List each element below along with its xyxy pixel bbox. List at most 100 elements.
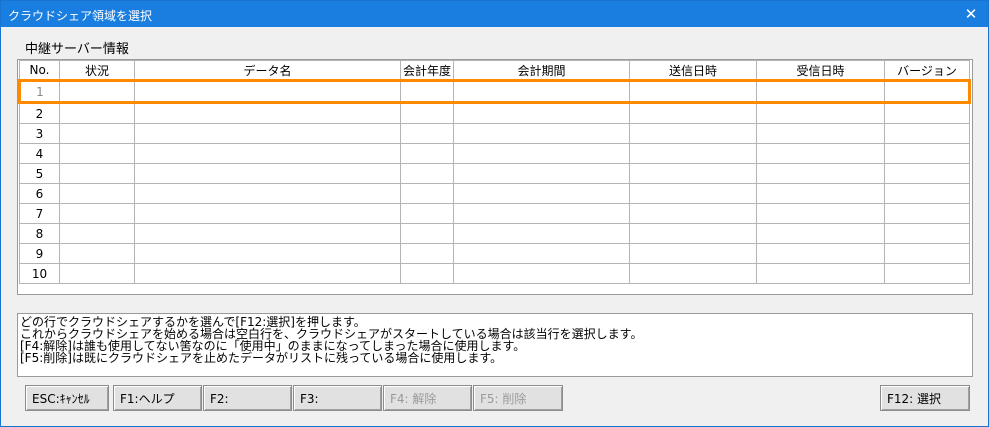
status-cell[interactable] (59, 163, 135, 184)
fiscal-period-cell[interactable] (453, 163, 630, 184)
fiscal-period-cell[interactable] (453, 243, 630, 264)
col-header-version[interactable]: バージョン (884, 60, 970, 81)
f2-button[interactable]: F2: (203, 385, 292, 411)
esc-cancel-button[interactable]: ESC:ｷｬﾝｾﾙ (25, 385, 109, 411)
fiscal-period-cell[interactable] (453, 79, 630, 104)
version-cell[interactable] (884, 243, 970, 264)
f12-select-button[interactable]: F12: 選択 (880, 385, 970, 411)
fiscal-period-cell[interactable] (453, 263, 630, 284)
f3-button[interactable]: F3: (293, 385, 382, 411)
table-row[interactable]: 10 (19, 263, 970, 284)
f4-release-button[interactable]: F4: 解除 (383, 385, 472, 411)
f1-help-button[interactable]: F1:ヘルプ (113, 385, 202, 411)
sent-at-cell[interactable] (629, 203, 757, 224)
fiscal-year-cell[interactable] (400, 79, 454, 104)
fiscal-year-cell[interactable] (400, 243, 454, 264)
data-name-cell[interactable] (134, 203, 401, 224)
data-name-cell[interactable] (134, 143, 401, 164)
version-cell[interactable] (884, 183, 970, 204)
status-cell[interactable] (59, 102, 135, 124)
status-cell[interactable] (59, 143, 135, 164)
fiscal-year-cell[interactable] (400, 223, 454, 244)
fiscal-period-cell[interactable] (453, 123, 630, 144)
status-cell[interactable] (59, 123, 135, 144)
fiscal-period-cell[interactable] (453, 223, 630, 244)
data-name-cell[interactable] (134, 183, 401, 204)
sent-at-cell[interactable] (629, 79, 757, 104)
sent-at-cell[interactable] (629, 183, 757, 204)
version-cell[interactable] (884, 203, 970, 224)
received-at-cell[interactable] (756, 79, 885, 104)
received-at-cell[interactable] (756, 263, 885, 284)
col-header-status[interactable]: 状況 (59, 60, 135, 81)
fiscal-year-cell[interactable] (400, 143, 454, 164)
col-header-fiscal-period[interactable]: 会計期間 (453, 60, 630, 81)
close-icon[interactable]: ✕ (960, 3, 982, 25)
relay-server-grid[interactable]: No. 状況 データ名 会計年度 会計期間 送信日時 受信日時 バージョン 1 … (17, 59, 973, 295)
fiscal-year-cell[interactable] (400, 102, 454, 124)
table-row[interactable]: 9 (19, 243, 970, 264)
sent-at-cell[interactable] (629, 102, 757, 124)
table-row[interactable]: 8 (19, 223, 970, 244)
fiscal-year-cell[interactable] (400, 123, 454, 144)
received-at-cell[interactable] (756, 102, 885, 124)
col-header-received-at[interactable]: 受信日時 (756, 60, 885, 81)
f5-delete-button[interactable]: F5: 削除 (473, 385, 563, 411)
sent-at-cell[interactable] (629, 123, 757, 144)
table-row[interactable]: 3 (19, 123, 970, 144)
version-cell[interactable] (884, 79, 971, 104)
version-cell[interactable] (884, 223, 970, 244)
table-row[interactable]: 7 (19, 203, 970, 224)
col-header-sent-at[interactable]: 送信日時 (629, 60, 757, 81)
received-at-cell[interactable] (756, 243, 885, 264)
received-at-cell[interactable] (756, 203, 885, 224)
received-at-cell[interactable] (756, 223, 885, 244)
col-header-no[interactable]: No. (19, 60, 60, 81)
col-header-fiscal-year[interactable]: 会計年度 (400, 60, 454, 81)
table-row[interactable]: 4 (19, 143, 970, 164)
data-name-cell[interactable] (134, 123, 401, 144)
data-name-cell[interactable] (134, 243, 401, 264)
fiscal-period-cell[interactable] (453, 183, 630, 204)
title-bar[interactable]: クラウドシェア領域を選択 ✕ (1, 1, 988, 27)
status-cell[interactable] (59, 79, 135, 104)
sent-at-cell[interactable] (629, 263, 757, 284)
fiscal-year-cell[interactable] (400, 263, 454, 284)
table-row[interactable]: 5 (19, 163, 970, 184)
fiscal-period-cell[interactable] (453, 143, 630, 164)
status-cell[interactable] (59, 243, 135, 264)
fiscal-period-cell[interactable] (453, 102, 630, 124)
sent-at-cell[interactable] (629, 223, 757, 244)
table-row[interactable]: 6 (19, 183, 970, 204)
received-at-cell[interactable] (756, 163, 885, 184)
instruction-line: [F5:削除]は既にクラウドシェアを止めたデータがリストに残っている場合に使用し… (20, 351, 503, 365)
sent-at-cell[interactable] (629, 143, 757, 164)
version-cell[interactable] (884, 102, 970, 124)
data-name-cell[interactable] (134, 223, 401, 244)
received-at-cell[interactable] (756, 183, 885, 204)
version-cell[interactable] (884, 143, 970, 164)
fiscal-year-cell[interactable] (400, 163, 454, 184)
sent-at-cell[interactable] (629, 243, 757, 264)
row-number: 1 (18, 79, 60, 104)
sent-at-cell[interactable] (629, 163, 757, 184)
version-cell[interactable] (884, 163, 970, 184)
fiscal-year-cell[interactable] (400, 203, 454, 224)
data-name-cell[interactable] (134, 263, 401, 284)
status-cell[interactable] (59, 183, 135, 204)
data-name-cell[interactable] (134, 102, 401, 124)
data-name-cell[interactable] (134, 163, 401, 184)
table-row[interactable]: 2 (19, 102, 970, 124)
col-header-data-name[interactable]: データ名 (134, 60, 401, 81)
status-cell[interactable] (59, 223, 135, 244)
fiscal-period-cell[interactable] (453, 203, 630, 224)
table-row-selected[interactable]: 1 (18, 79, 971, 104)
status-cell[interactable] (59, 203, 135, 224)
status-cell[interactable] (59, 263, 135, 284)
version-cell[interactable] (884, 123, 970, 144)
received-at-cell[interactable] (756, 143, 885, 164)
data-name-cell[interactable] (134, 79, 401, 104)
received-at-cell[interactable] (756, 123, 885, 144)
version-cell[interactable] (884, 263, 970, 284)
fiscal-year-cell[interactable] (400, 183, 454, 204)
